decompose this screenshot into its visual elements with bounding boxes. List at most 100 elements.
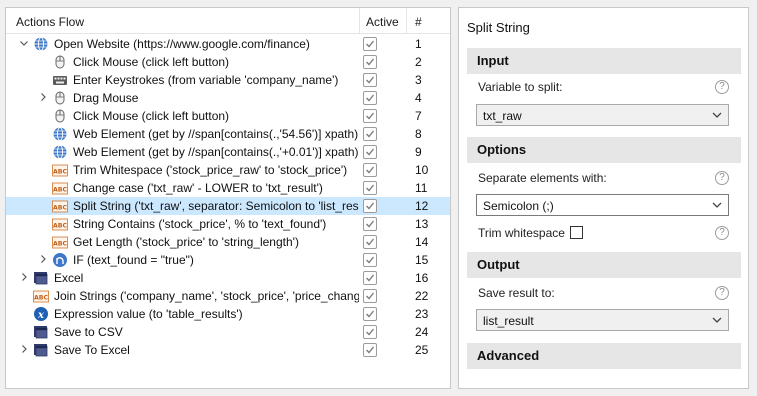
active-checkbox[interactable] bbox=[363, 271, 377, 285]
tree-row[interactable]: Web Element (get by //span[contains(.,'+… bbox=[6, 143, 450, 161]
variable-to-split-select[interactable]: txt_raw bbox=[476, 104, 729, 126]
chevron-right-icon[interactable] bbox=[38, 254, 48, 266]
column-header-active[interactable]: Active bbox=[366, 15, 399, 29]
column-divider[interactable] bbox=[406, 8, 407, 34]
chevron-right-icon[interactable] bbox=[19, 344, 29, 356]
tree-row-label: Save To Excel bbox=[54, 343, 130, 357]
tree-row[interactable]: ABC String Contains ('stock_price', % to … bbox=[6, 215, 450, 233]
globe-icon bbox=[52, 126, 68, 142]
step-number: 7 bbox=[415, 109, 422, 123]
active-checkbox[interactable] bbox=[363, 37, 377, 51]
text-abc-icon: ABC bbox=[52, 180, 68, 196]
section-options-label: Options bbox=[477, 142, 527, 157]
tree-row[interactable]: ABC Split String ('txt_raw', separator: S… bbox=[6, 197, 450, 215]
tree-row[interactable]: x Expression value (to 'table_results') 23 bbox=[6, 305, 450, 323]
tree-row[interactable]: ABC Join Strings ('company_name', 'stock_… bbox=[6, 287, 450, 305]
svg-text:ABC: ABC bbox=[53, 187, 68, 194]
tree-row-label: Click Mouse (click left button) bbox=[73, 109, 230, 123]
tree-row[interactable]: Excel 16 bbox=[6, 269, 450, 287]
expression-x-icon: x bbox=[33, 306, 49, 322]
step-number: 15 bbox=[415, 253, 429, 267]
section-output-label: Output bbox=[477, 257, 520, 272]
tree-row-label: Click Mouse (click left button) bbox=[73, 55, 230, 69]
active-checkbox[interactable] bbox=[363, 181, 377, 195]
separator-select[interactable]: Semicolon (;) bbox=[476, 194, 729, 216]
chevron-right-icon[interactable] bbox=[38, 92, 48, 104]
active-checkbox[interactable] bbox=[363, 73, 377, 87]
tree-row[interactable]: ABC Get Length ('stock_price' to 'string_… bbox=[6, 233, 450, 251]
section-options[interactable]: Options bbox=[467, 137, 741, 163]
step-number: 3 bbox=[415, 73, 422, 87]
svg-text:ABC: ABC bbox=[53, 169, 68, 176]
tree-row-label: Get Length ('stock_price' to 'string_len… bbox=[73, 235, 299, 249]
save-result-label: Save result to: bbox=[478, 286, 555, 300]
tree-row[interactable]: Save to CSV 24 bbox=[6, 323, 450, 341]
tree-row[interactable]: Web Element (get by //span[contains(.,'5… bbox=[6, 125, 450, 143]
tree-row[interactable]: ABC Trim Whitespace ('stock_price_raw' to… bbox=[6, 161, 450, 179]
section-output[interactable]: Output bbox=[467, 252, 741, 278]
tree-row-label: Drag Mouse bbox=[73, 91, 139, 105]
active-checkbox[interactable] bbox=[363, 325, 377, 339]
active-checkbox[interactable] bbox=[363, 217, 377, 231]
column-header-number[interactable]: # bbox=[415, 15, 422, 29]
help-icon[interactable]: ? bbox=[715, 226, 729, 240]
tree-row[interactable]: Save To Excel 25 bbox=[6, 341, 450, 359]
column-header-actions-flow[interactable]: Actions Flow bbox=[16, 15, 84, 29]
help-icon[interactable]: ? bbox=[715, 80, 729, 94]
section-advanced[interactable]: Advanced bbox=[467, 343, 741, 369]
svg-text:ABC: ABC bbox=[53, 241, 68, 248]
chevron-down-icon[interactable] bbox=[19, 38, 29, 50]
active-checkbox[interactable] bbox=[363, 343, 377, 357]
properties-panel: Split String Input Variable to split: ? … bbox=[458, 7, 749, 389]
step-number: 14 bbox=[415, 235, 429, 249]
active-checkbox[interactable] bbox=[363, 55, 377, 69]
step-number: 1 bbox=[415, 37, 422, 51]
active-checkbox[interactable] bbox=[363, 163, 377, 177]
step-number: 23 bbox=[415, 307, 429, 321]
tree-row[interactable]: Click Mouse (click left button) 7 bbox=[6, 107, 450, 125]
section-input[interactable]: Input bbox=[467, 48, 741, 74]
active-checkbox[interactable] bbox=[363, 235, 377, 249]
text-abc-icon: ABC bbox=[52, 162, 68, 178]
save-result-value: list_result bbox=[483, 314, 534, 328]
save-result-select[interactable]: list_result bbox=[476, 309, 729, 331]
tree-row-label: Expression value (to 'table_results') bbox=[54, 307, 243, 321]
tree-row-label: Change case ('txt_raw' - LOWER to 'txt_r… bbox=[73, 181, 323, 195]
tree-row-label: Join Strings ('company_name', 'stock_pri… bbox=[54, 289, 359, 303]
step-number: 8 bbox=[415, 127, 422, 141]
tree-row[interactable]: Enter Keystrokes (from variable 'company… bbox=[6, 71, 450, 89]
column-divider[interactable] bbox=[359, 8, 360, 34]
active-checkbox[interactable] bbox=[363, 145, 377, 159]
svg-text:ABC: ABC bbox=[53, 223, 68, 230]
window-icon bbox=[33, 324, 49, 340]
help-icon[interactable]: ? bbox=[715, 171, 729, 185]
active-checkbox[interactable] bbox=[363, 199, 377, 213]
active-checkbox[interactable] bbox=[363, 109, 377, 123]
active-checkbox[interactable] bbox=[363, 91, 377, 105]
step-number: 22 bbox=[415, 289, 429, 303]
tree-row[interactable]: Open Website (https://www.google.com/fin… bbox=[6, 35, 450, 53]
tree-row[interactable]: ABC Change case ('txt_raw' - LOWER to 'tx… bbox=[6, 179, 450, 197]
mouse-icon bbox=[52, 90, 68, 106]
mouse-icon bbox=[52, 54, 68, 70]
tree-row[interactable]: Drag Mouse 4 bbox=[6, 89, 450, 107]
tree-row[interactable]: Click Mouse (click left button) 2 bbox=[6, 53, 450, 71]
section-advanced-label: Advanced bbox=[477, 348, 540, 363]
trim-whitespace-checkbox[interactable] bbox=[570, 226, 583, 239]
mouse-icon bbox=[52, 108, 68, 124]
chevron-right-icon[interactable] bbox=[19, 272, 29, 284]
window-icon bbox=[33, 270, 49, 286]
tree-row-label: Save to CSV bbox=[54, 325, 123, 339]
globe-icon bbox=[33, 36, 49, 52]
help-icon[interactable]: ? bbox=[715, 286, 729, 300]
active-checkbox[interactable] bbox=[363, 307, 377, 321]
active-checkbox[interactable] bbox=[363, 253, 377, 267]
step-number: 13 bbox=[415, 217, 429, 231]
active-checkbox[interactable] bbox=[363, 289, 377, 303]
step-number: 9 bbox=[415, 145, 422, 159]
tree-row[interactable]: IF (text_found = "true") 15 bbox=[6, 251, 450, 269]
tree-row-label: Enter Keystrokes (from variable 'company… bbox=[73, 73, 339, 87]
active-checkbox[interactable] bbox=[363, 127, 377, 141]
step-number: 10 bbox=[415, 163, 429, 177]
tree-row-label: Split String ('txt_raw', separator: Semi… bbox=[73, 199, 359, 213]
